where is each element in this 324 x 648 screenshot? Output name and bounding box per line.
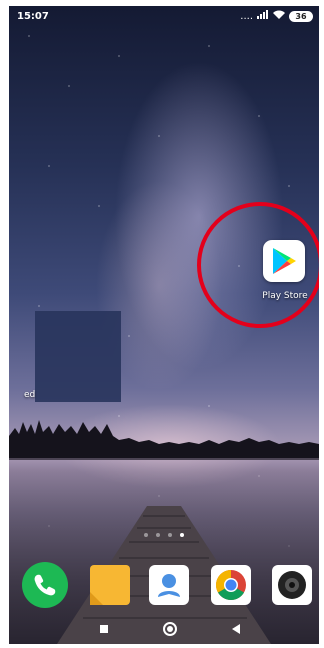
home-screen: 15:07 .... 36 ed Play Store <box>9 6 319 644</box>
page-dot-active <box>180 533 184 537</box>
phone-icon <box>22 562 68 608</box>
page-dot <box>168 533 172 537</box>
contacts-app-icon[interactable] <box>146 562 192 608</box>
chrome-app-icon[interactable] <box>208 562 254 608</box>
phone-app-icon[interactable] <box>22 562 68 608</box>
widget-label: ed <box>24 390 36 400</box>
page-dot <box>144 533 148 537</box>
back-button[interactable] <box>227 620 245 638</box>
signal-icon <box>257 10 269 22</box>
signal-dots: .... <box>240 10 253 22</box>
recents-button[interactable] <box>95 620 113 638</box>
widget-placeholder[interactable] <box>35 311 121 402</box>
status-time: 15:07 <box>17 11 49 22</box>
recents-icon <box>100 625 108 633</box>
camera-icon <box>272 565 312 605</box>
highlight-circle <box>197 202 319 328</box>
status-icons: .... 36 <box>240 10 313 22</box>
contacts-icon <box>149 565 189 605</box>
chrome-icon <box>211 565 251 605</box>
camera-app-icon[interactable] <box>269 562 315 608</box>
battery-icon: 36 <box>289 10 313 22</box>
home-icon <box>163 622 177 636</box>
home-button[interactable] <box>161 620 179 638</box>
notes-app-icon[interactable] <box>87 562 133 608</box>
navigation-bar <box>9 618 319 640</box>
page-dot <box>156 533 160 537</box>
notes-icon <box>90 565 130 605</box>
dock <box>9 562 319 608</box>
page-indicator <box>9 533 319 537</box>
status-bar: 15:07 .... 36 <box>9 6 319 28</box>
back-icon <box>232 624 240 634</box>
wifi-icon <box>273 10 285 22</box>
wallpaper-treeline <box>9 420 319 460</box>
